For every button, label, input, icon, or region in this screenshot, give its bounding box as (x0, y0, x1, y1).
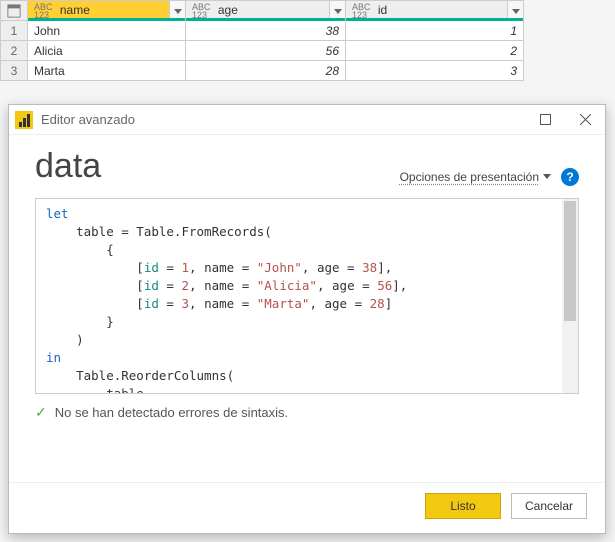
cell-age[interactable]: 38 (186, 21, 346, 41)
help-button[interactable]: ? (561, 168, 579, 186)
syntax-status: ✓ No se han detectado errores de sintaxi… (35, 394, 579, 421)
cell-name[interactable]: Alicia (28, 41, 186, 61)
column-dropdown-icon[interactable] (329, 1, 345, 20)
app-logo-icon (15, 111, 33, 129)
type-icon: ABC123 (192, 3, 211, 19)
cell-id[interactable]: 2 (346, 41, 524, 61)
column-name-label: age (218, 3, 238, 17)
row-number: 3 (1, 61, 28, 81)
column-name-label: name (60, 3, 90, 17)
cell-id[interactable]: 3 (346, 61, 524, 81)
window-title: Editor avanzado (41, 112, 525, 127)
maximize-button[interactable] (525, 105, 565, 135)
cell-age[interactable]: 28 (186, 61, 346, 81)
table-corner-icon[interactable] (1, 1, 28, 21)
table-row[interactable]: 3 Marta 28 3 (1, 61, 524, 81)
scrollbar[interactable] (562, 199, 578, 393)
cell-id[interactable]: 1 (346, 21, 524, 41)
column-header-age[interactable]: ABC123 age (186, 1, 346, 21)
titlebar: Editor avanzado (9, 105, 605, 135)
modal-footer: Listo Cancelar (9, 482, 605, 533)
column-name-label: id (378, 3, 387, 17)
type-icon: ABC123 (352, 3, 371, 19)
done-button[interactable]: Listo (425, 493, 501, 519)
column-dropdown-icon[interactable] (507, 1, 523, 20)
column-header-id[interactable]: ABC123 id (346, 1, 524, 21)
type-icon: ABC123 (34, 3, 53, 19)
display-options-label: Opciones de presentación (400, 170, 539, 184)
cancel-button[interactable]: Cancelar (511, 493, 587, 519)
column-header-name[interactable]: ABC123 name (28, 1, 186, 21)
table-row[interactable]: 1 John 38 1 (1, 21, 524, 41)
cell-name[interactable]: Marta (28, 61, 186, 81)
close-button[interactable] (565, 105, 605, 135)
status-text: No se han detectado errores de sintaxis. (55, 405, 288, 420)
scrollbar-thumb[interactable] (564, 201, 576, 321)
data-preview-table[interactable]: ABC123 name ABC123 age ABC123 id 1 John … (0, 0, 524, 81)
table-row[interactable]: 2 Alicia 56 2 (1, 41, 524, 61)
code-content[interactable]: let table = Table.FromRecords( { [id = 1… (36, 199, 578, 394)
cell-age[interactable]: 56 (186, 41, 346, 61)
column-dropdown-icon[interactable] (169, 1, 185, 20)
row-number: 2 (1, 41, 28, 61)
checkmark-icon: ✓ (35, 404, 47, 421)
cell-name[interactable]: John (28, 21, 186, 41)
row-number: 1 (1, 21, 28, 41)
advanced-editor-modal: Editor avanzado data Opciones de present… (8, 104, 606, 534)
query-name: data (35, 147, 101, 186)
display-options-dropdown[interactable]: Opciones de presentación (400, 170, 551, 184)
code-editor[interactable]: let table = Table.FromRecords( { [id = 1… (35, 198, 579, 394)
chevron-down-icon (543, 174, 551, 180)
